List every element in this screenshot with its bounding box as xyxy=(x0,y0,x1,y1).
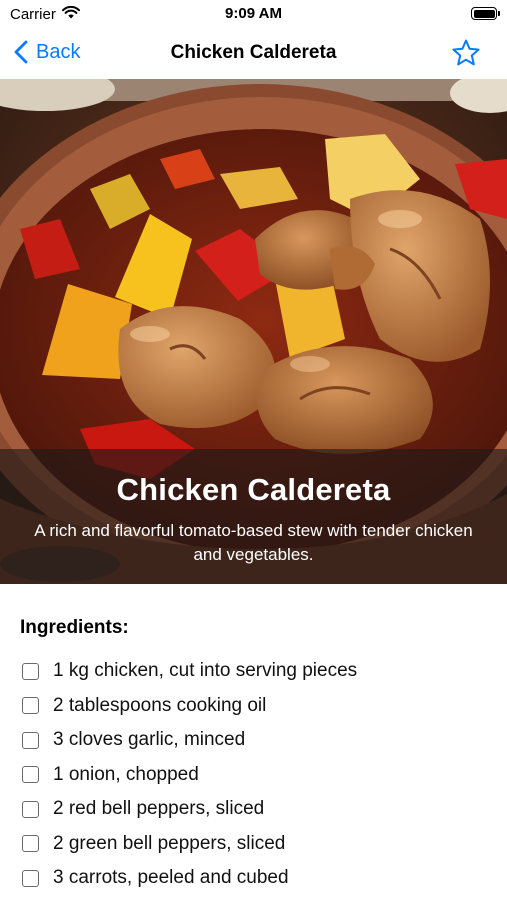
checkbox[interactable] xyxy=(22,662,39,680)
nav-title: Chicken Caldereta xyxy=(170,42,337,63)
checkbox[interactable] xyxy=(22,766,39,784)
ingredient-label: 2 red bell peppers, sliced xyxy=(53,798,265,820)
ingredient-label: 2 green bell peppers, sliced xyxy=(53,832,286,854)
ingredient-item[interactable]: 3 cloves garlic, minced xyxy=(22,723,357,758)
checkbox[interactable] xyxy=(22,697,39,715)
ingredient-item[interactable]: 2 green bell peppers, sliced xyxy=(22,827,357,862)
ingredient-label: 1 kg chicken, cut into serving pieces xyxy=(53,660,358,682)
ingredient-label: 3 cloves garlic, minced xyxy=(53,729,246,751)
clock: 9:09 AM xyxy=(225,5,282,22)
checkbox[interactable] xyxy=(22,869,39,887)
ingredients-heading: Ingredients: xyxy=(20,617,129,638)
ingredient-item[interactable]: 2 tablespoons cooking oil xyxy=(22,689,357,724)
ingredient-label: 1 onion, chopped xyxy=(53,763,199,785)
recipe-hero: Chicken Caldereta A rich and flavorful t… xyxy=(0,79,507,584)
navigation-bar: Back Chicken Caldereta xyxy=(0,30,507,78)
ingredients-list: 1 kg chicken, cut into serving pieces 2 … xyxy=(22,654,357,896)
ingredient-item[interactable]: 3 carrots, peeled and cubed xyxy=(22,861,357,896)
status-bar: Carrier 9:09 AM xyxy=(0,0,507,30)
ingredient-item[interactable]: 1 kg chicken, cut into serving pieces xyxy=(22,654,357,689)
battery-icon xyxy=(471,7,500,20)
star-icon xyxy=(452,39,480,66)
ingredient-label: 2 tablespoons cooking oil xyxy=(53,694,267,716)
checkbox[interactable] xyxy=(22,731,39,749)
ingredient-label: 3 carrots, peeled and cubed xyxy=(53,867,289,889)
favorite-button[interactable] xyxy=(451,38,481,73)
recipe-title: Chicken Caldereta xyxy=(116,472,391,507)
ingredient-item[interactable]: 2 red bell peppers, sliced xyxy=(22,792,357,827)
checkbox[interactable] xyxy=(22,835,39,853)
ingredient-item[interactable]: 1 onion, chopped xyxy=(22,758,357,793)
recipe-description: A rich and flavorful tomato-based stew w… xyxy=(34,521,473,564)
checkbox[interactable] xyxy=(22,800,39,818)
